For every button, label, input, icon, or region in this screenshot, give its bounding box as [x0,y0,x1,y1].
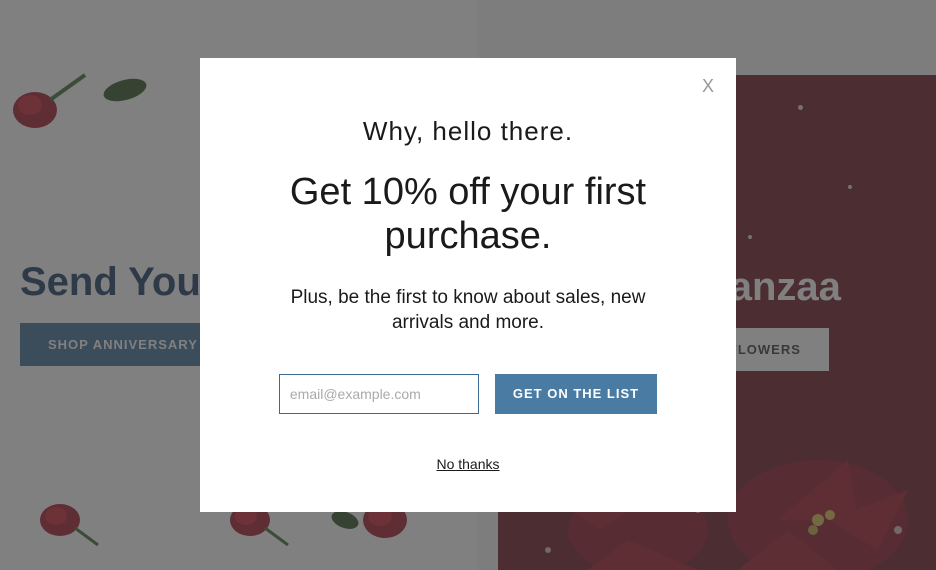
email-input[interactable] [279,374,479,414]
no-thanks-link[interactable]: No thanks [436,456,499,472]
close-button[interactable]: X [702,76,714,97]
signup-form: GET ON THE LIST [250,374,686,414]
modal-headline: Get 10% off your first purchase. [250,171,686,258]
signup-modal: X Why, hello there. Get 10% off your fir… [200,58,736,512]
modal-subtext: Plus, be the first to know about sales, … [250,286,686,335]
modal-greeting: Why, hello there. [250,116,686,147]
modal-overlay[interactable]: X Why, hello there. Get 10% off your fir… [0,0,936,570]
submit-button[interactable]: GET ON THE LIST [495,374,657,414]
